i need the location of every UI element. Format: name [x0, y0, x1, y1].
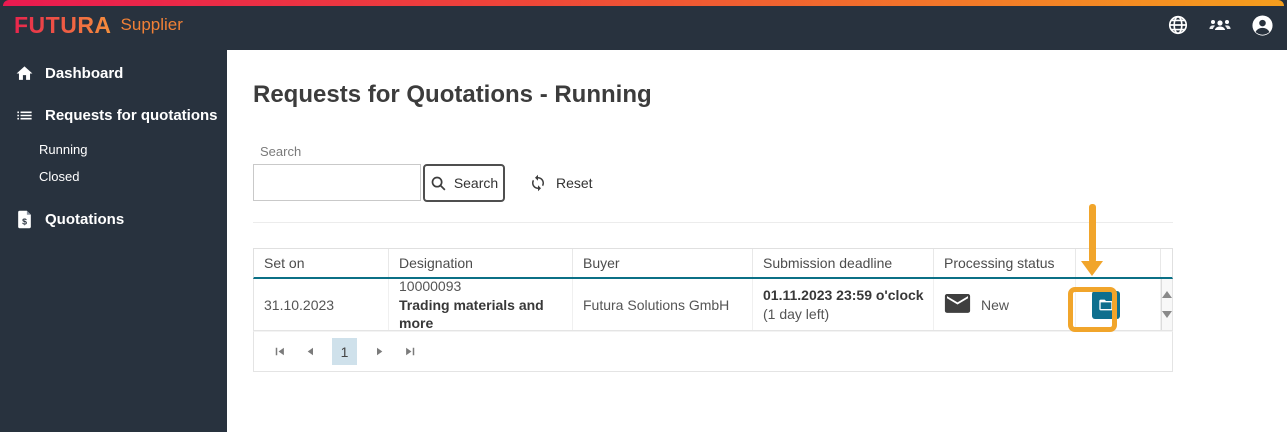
- column-header-designation: Designation: [389, 249, 573, 277]
- reset-button-label: Reset: [556, 175, 593, 191]
- column-header-scroll: [1161, 249, 1172, 277]
- deadline-value: 01.11.2023 23:59 o'clock: [763, 287, 924, 303]
- cell-buyer: Futura Solutions GmbH: [573, 279, 753, 330]
- topbar-actions: [1165, 0, 1275, 50]
- main-content: Requests for Quotations - Running Search…: [227, 50, 1287, 432]
- sidebar-subitem-label: Closed: [39, 169, 80, 184]
- brand-name: FUTURA: [14, 11, 112, 38]
- globe-icon[interactable]: [1165, 12, 1191, 38]
- page-title: Requests for Quotations - Running: [253, 81, 652, 108]
- app-window: FUTURA Supplier Dashboard Requests for q…: [0, 0, 1287, 432]
- column-header-set-on: Set on: [254, 249, 389, 277]
- home-icon: [14, 63, 34, 83]
- folder-open-icon: [1098, 297, 1114, 313]
- sidebar-item-dashboard[interactable]: Dashboard: [0, 52, 227, 94]
- sidebar-item-running[interactable]: Running: [0, 136, 227, 163]
- quote-document-icon: $: [14, 209, 34, 229]
- column-header-processing-status: Processing status: [934, 249, 1076, 277]
- open-request-button[interactable]: [1092, 290, 1120, 319]
- sidebar-item-closed[interactable]: Closed: [0, 163, 227, 190]
- account-icon[interactable]: [1249, 12, 1275, 38]
- search-button-label: Search: [453, 175, 499, 191]
- sidebar-subitem-label: Running: [39, 142, 88, 157]
- table-scrollbar[interactable]: [1161, 279, 1172, 330]
- designation-id: 10000093: [399, 278, 462, 294]
- annotation-arrowhead-icon: [1081, 261, 1103, 276]
- cell-deadline: 01.11.2023 23:59 o'clock (1 day left): [753, 279, 934, 330]
- table-header-row: Set on Designation Buyer Submission dead…: [253, 248, 1173, 279]
- brand-product: Supplier: [120, 15, 183, 34]
- pagination-last-button[interactable]: [401, 343, 419, 361]
- pagination-next-button[interactable]: [370, 343, 388, 361]
- pagination-prev-button[interactable]: [301, 343, 319, 361]
- mail-icon: [944, 294, 971, 315]
- scroll-up-icon[interactable]: [1162, 291, 1172, 298]
- section-divider: [253, 222, 1173, 223]
- brand-logo[interactable]: FUTURA Supplier: [14, 0, 183, 50]
- sidebar-item-quotations[interactable]: $ Quotations: [0, 198, 227, 240]
- search-input[interactable]: [253, 164, 421, 201]
- sidebar-item-label: Quotations: [45, 210, 125, 228]
- pagination: 1: [253, 331, 1173, 372]
- reset-button[interactable]: Reset: [529, 171, 593, 195]
- search-label: Search: [260, 144, 302, 159]
- annotation-arrow: [1089, 204, 1096, 263]
- sidebar-item-label: Dashboard: [45, 64, 124, 82]
- deadline-note: (1 day left): [763, 306, 830, 322]
- top-bar: FUTURA Supplier: [0, 0, 1287, 50]
- set-on-value: 31.10.2023: [264, 296, 335, 313]
- search-button[interactable]: Search: [423, 164, 505, 202]
- column-header-buyer: Buyer: [573, 249, 753, 277]
- cell-set-on: 31.10.2023: [254, 279, 389, 330]
- table-row: 31.10.2023 10000093 Trading materials an…: [253, 278, 1173, 331]
- status-value: New: [981, 296, 1010, 313]
- column-header-submission-deadline: Submission deadline: [753, 249, 934, 277]
- designation-name: Trading materials and more: [399, 297, 544, 331]
- buyer-value: Futura Solutions GmbH: [583, 296, 730, 313]
- top-gradient-bar: [3, 0, 1284, 6]
- list-icon: [14, 105, 34, 125]
- pagination-page-1[interactable]: 1: [332, 338, 357, 365]
- cell-designation: 10000093 Trading materials and more: [389, 278, 573, 331]
- requests-table: Set on Designation Buyer Submission dead…: [253, 248, 1173, 372]
- sidebar: Dashboard Requests for quotations Runnin…: [0, 50, 227, 432]
- search-icon: [430, 175, 447, 192]
- users-icon[interactable]: [1207, 12, 1233, 38]
- sidebar-item-label: Requests for quotations: [45, 106, 218, 124]
- pagination-first-button[interactable]: [270, 343, 288, 361]
- svg-text:$: $: [22, 216, 27, 226]
- cell-actions: [1076, 279, 1161, 330]
- cell-processing-status: New: [934, 279, 1076, 330]
- sidebar-item-requests[interactable]: Requests for quotations: [0, 94, 227, 136]
- reset-sync-icon: [529, 174, 547, 192]
- scroll-down-icon[interactable]: [1162, 311, 1172, 318]
